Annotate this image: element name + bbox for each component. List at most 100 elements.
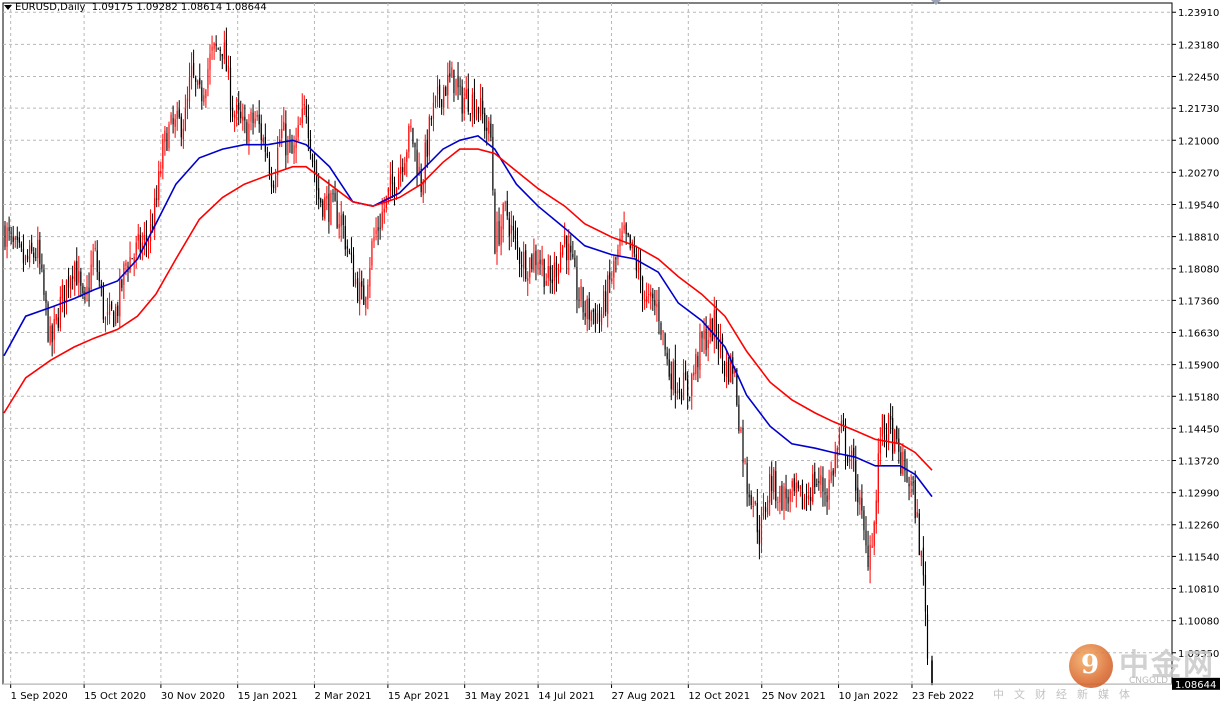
candle-body bbox=[820, 475, 822, 485]
candle-body bbox=[377, 227, 379, 231]
candle-body bbox=[131, 258, 133, 260]
candle-body bbox=[180, 116, 182, 138]
candle-body bbox=[877, 453, 879, 503]
candle-body bbox=[203, 95, 205, 103]
y-tick-label: 1.23910 bbox=[1178, 8, 1219, 19]
candle-body bbox=[414, 143, 416, 148]
candle-body bbox=[55, 314, 57, 321]
candle-body bbox=[781, 485, 783, 511]
candle-body bbox=[225, 39, 227, 72]
candle-body bbox=[299, 124, 301, 125]
y-tick-label: 1.18080 bbox=[1178, 265, 1219, 276]
candle-body bbox=[641, 277, 644, 300]
candle-body bbox=[451, 67, 453, 78]
candle-body bbox=[709, 318, 711, 338]
candle-body bbox=[242, 116, 244, 121]
candle-body bbox=[674, 360, 676, 394]
candle-body bbox=[697, 355, 699, 368]
last-candle-body bbox=[931, 660, 933, 684]
candle-body bbox=[457, 75, 459, 88]
candle-body bbox=[346, 246, 348, 249]
x-tick-label: 31 May 2021 bbox=[465, 691, 530, 702]
symbol-menu-icon[interactable] bbox=[4, 5, 12, 10]
candle-body bbox=[318, 188, 320, 200]
candle-body bbox=[449, 73, 451, 77]
candle-body bbox=[840, 421, 842, 432]
candle-body bbox=[231, 108, 234, 118]
candle-body bbox=[750, 495, 752, 506]
candle-body bbox=[31, 242, 33, 252]
candle-body bbox=[529, 257, 531, 278]
candle-body bbox=[926, 614, 929, 659]
candle-body bbox=[297, 125, 299, 138]
candle-body bbox=[434, 95, 437, 103]
candle-body bbox=[861, 498, 863, 511]
candle-body bbox=[102, 286, 104, 320]
candle-body bbox=[162, 139, 164, 169]
candle-body bbox=[229, 67, 232, 111]
candle-body bbox=[10, 232, 12, 234]
candle-body bbox=[213, 43, 215, 49]
candle-body bbox=[94, 248, 96, 249]
candle-body bbox=[59, 296, 61, 328]
candle-body bbox=[268, 159, 271, 175]
candle-body bbox=[471, 94, 473, 114]
candle-body bbox=[650, 292, 652, 297]
candle-body bbox=[762, 505, 765, 518]
candle-body bbox=[801, 483, 804, 509]
candle-body bbox=[80, 271, 82, 286]
candle-body bbox=[764, 507, 767, 512]
chart-shift-marker-icon[interactable] bbox=[931, 0, 941, 5]
candle-body bbox=[33, 252, 35, 258]
candle-body bbox=[393, 182, 396, 195]
candle-body bbox=[887, 414, 890, 441]
candle-body bbox=[215, 43, 217, 46]
candle-body bbox=[637, 262, 640, 273]
candle-body bbox=[707, 339, 709, 349]
candle-body bbox=[691, 374, 693, 396]
price-chart[interactable]: 1.23910 1.23180 1.22450 1.21730 1.21000 1.202… bbox=[0, 0, 1227, 706]
y-tick-label: 1.23180 bbox=[1178, 40, 1219, 51]
candle-body bbox=[465, 89, 467, 99]
candle-body bbox=[900, 452, 902, 474]
candle-body bbox=[348, 251, 350, 253]
candle-body bbox=[559, 252, 562, 272]
candle-body bbox=[22, 248, 25, 264]
candle-body bbox=[566, 236, 568, 261]
x-tick-label: 2 Mar 2021 bbox=[314, 691, 371, 702]
candle-body bbox=[699, 333, 701, 370]
candle-body bbox=[609, 272, 611, 280]
candle-body bbox=[400, 166, 402, 175]
candle-body bbox=[912, 481, 914, 483]
candle-body bbox=[207, 69, 209, 89]
candle-body bbox=[498, 220, 500, 245]
x-tick-label: 23 Feb 2022 bbox=[912, 691, 974, 702]
candle-body bbox=[693, 372, 695, 376]
candle-body bbox=[865, 530, 867, 546]
candle-body bbox=[883, 414, 886, 434]
x-tick-label: 30 Nov 2020 bbox=[161, 691, 225, 702]
candle-body bbox=[477, 107, 480, 114]
candle-body bbox=[244, 116, 246, 121]
candle-body bbox=[705, 328, 707, 350]
candle-body bbox=[53, 319, 55, 340]
candle-body bbox=[49, 326, 51, 344]
candle-body bbox=[537, 262, 539, 269]
candle-body bbox=[619, 237, 621, 247]
candle-body bbox=[871, 546, 873, 548]
candle-body bbox=[918, 513, 920, 556]
candle-body bbox=[223, 42, 225, 60]
candle-body bbox=[252, 112, 254, 123]
candle-body bbox=[367, 284, 369, 300]
candle-body bbox=[260, 123, 262, 141]
candle-body bbox=[426, 139, 428, 157]
candle-body bbox=[600, 314, 603, 325]
y-tick-label: 1.19540 bbox=[1178, 200, 1219, 211]
candle-body bbox=[672, 361, 674, 390]
candle-body bbox=[486, 127, 488, 131]
candle-body bbox=[354, 279, 357, 285]
candle-body bbox=[125, 263, 127, 267]
candle-body bbox=[190, 65, 193, 78]
candle-body bbox=[607, 275, 609, 314]
candle-body bbox=[117, 305, 119, 316]
